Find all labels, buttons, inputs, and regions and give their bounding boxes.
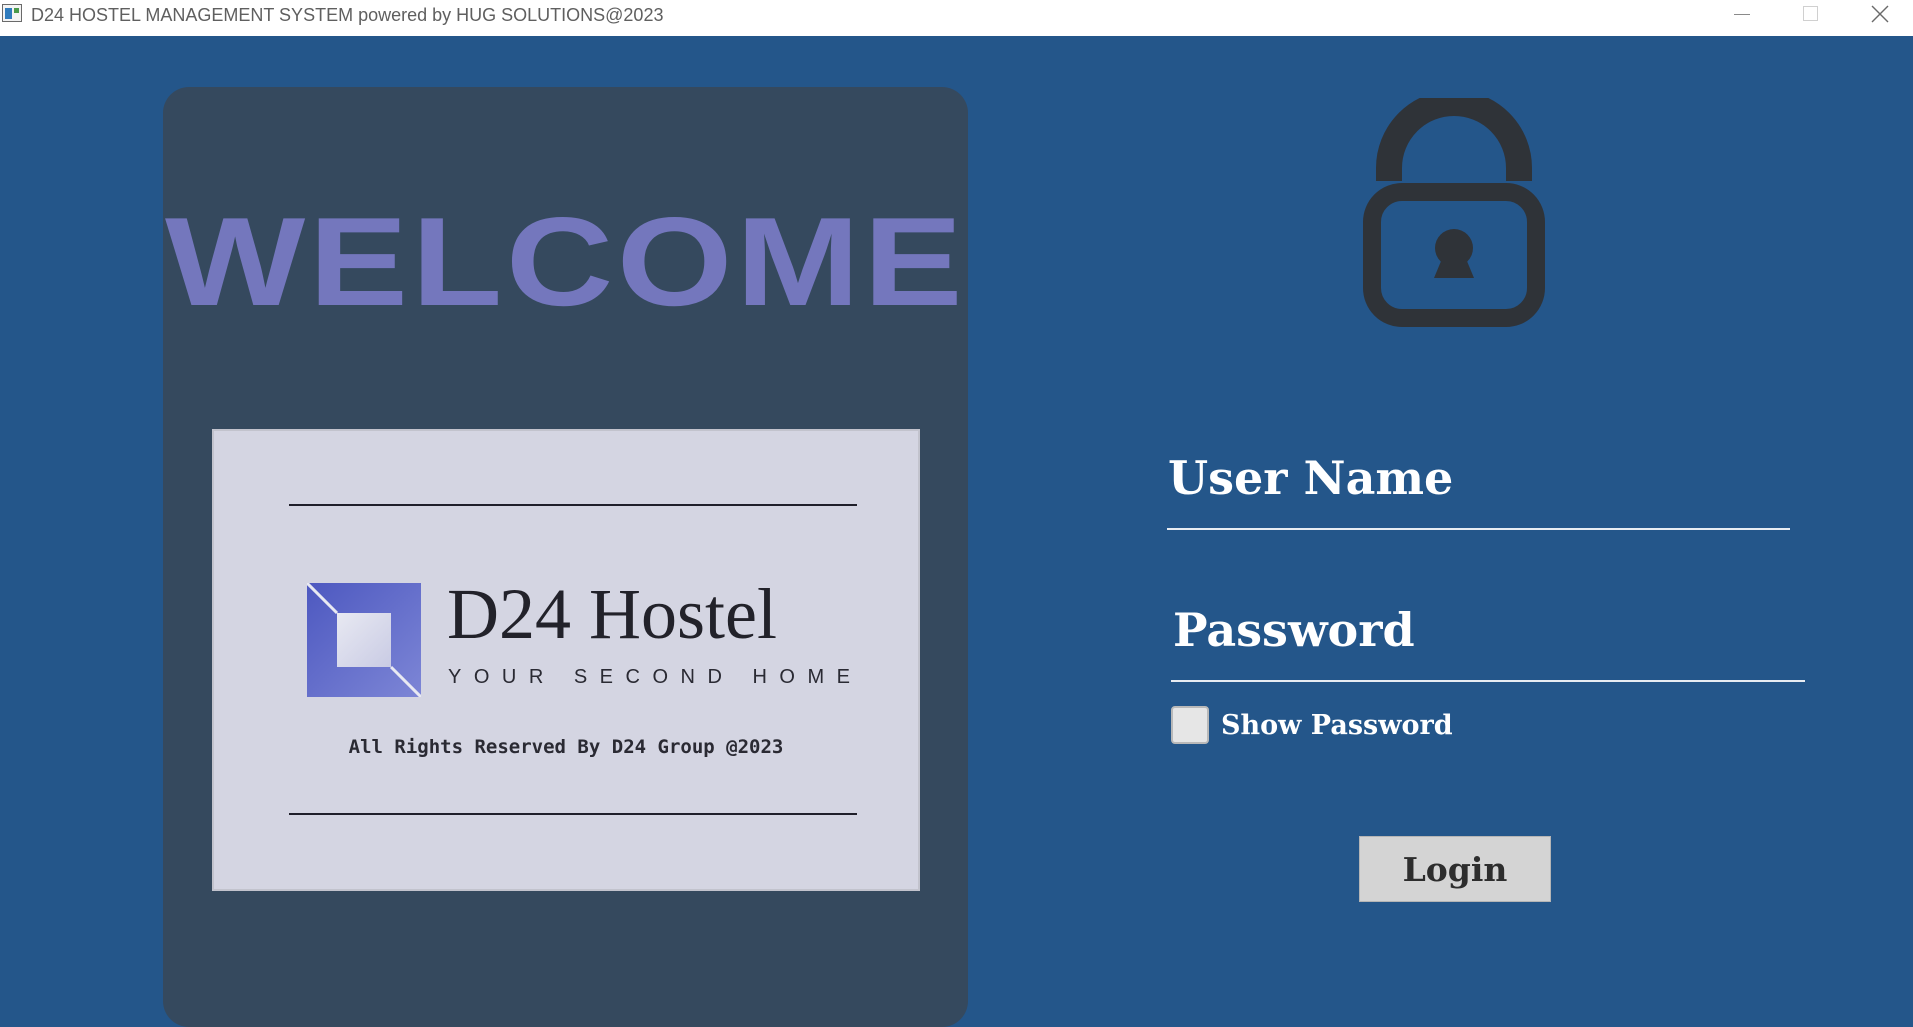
rights-text: All Rights Reserved By D24 Group @2023 (348, 736, 784, 758)
brand-tagline: YOUR SECOND HOME (448, 666, 863, 688)
show-password-checkbox[interactable] (1171, 706, 1209, 744)
window-title-bar: D24 HOSTEL MANAGEMENT SYSTEM powered by … (0, 0, 1913, 36)
welcome-heading: WELCOME (164, 191, 967, 332)
divider-bottom (289, 813, 857, 815)
username-field[interactable] (1167, 470, 1790, 530)
maximize-button[interactable] (1786, 0, 1832, 30)
logo-card: D24 Hostel YOUR SECOND HOME All Rights R… (212, 429, 920, 891)
brand-logo-icon (307, 583, 421, 697)
login-button[interactable]: Login (1359, 836, 1551, 902)
padlock-icon (1363, 98, 1545, 327)
show-password-toggle[interactable]: Show Password (1171, 706, 1453, 744)
close-icon (1871, 5, 1889, 23)
welcome-panel: WELCOME D24 Hostel YOUR SECOND HOME All … (163, 87, 968, 1027)
brand-name: D24 Hostel (447, 574, 777, 654)
close-button[interactable] (1857, 0, 1903, 30)
window-title: D24 HOSTEL MANAGEMENT SYSTEM powered by … (31, 5, 664, 25)
password-field[interactable] (1171, 622, 1805, 682)
minimize-button[interactable] (1718, 0, 1764, 30)
show-password-label: Show Password (1221, 709, 1453, 741)
divider-top (289, 504, 857, 506)
app-icon (2, 4, 22, 22)
maximize-icon (1803, 6, 1818, 21)
minimize-icon (1734, 14, 1750, 15)
